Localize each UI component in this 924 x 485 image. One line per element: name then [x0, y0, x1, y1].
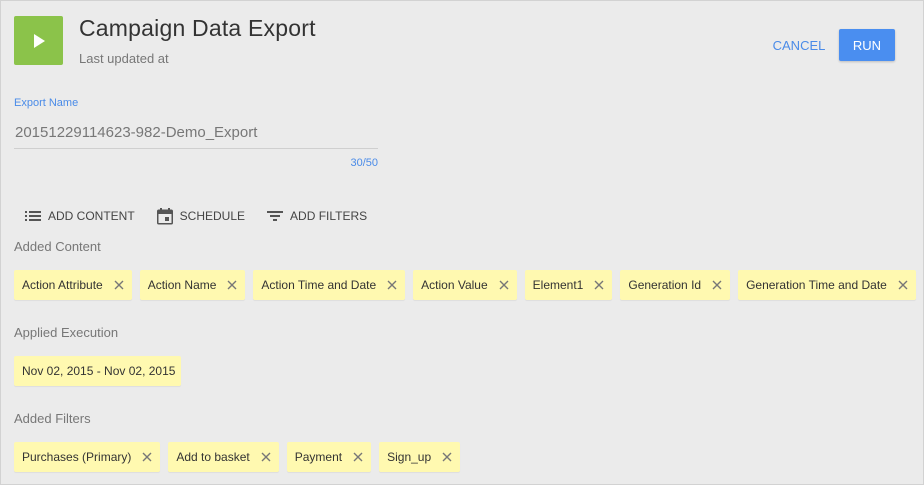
- filter-icon: [267, 211, 284, 221]
- add-filters-label: ADD FILTERS: [290, 209, 368, 223]
- chip[interactable]: Action Time and Date: [253, 270, 406, 300]
- chip-label: Sign_up: [387, 450, 432, 464]
- add-content-label: ADD CONTENT: [48, 209, 135, 223]
- export-name-label: Export Name: [14, 97, 79, 109]
- chip-label: Generation Time and Date: [746, 278, 887, 292]
- added-content-title: Added Content: [14, 239, 101, 254]
- chip[interactable]: Element1: [524, 270, 613, 300]
- close-icon[interactable]: [140, 450, 154, 464]
- calendar-icon: [156, 207, 173, 224]
- chip[interactable]: Action Value: [413, 270, 517, 300]
- chip-label: Payment: [294, 450, 343, 464]
- chip-label: Action Attribute: [22, 278, 103, 292]
- schedule-button[interactable]: SCHEDULE: [156, 207, 246, 225]
- last-updated-text: Last updated at: [79, 51, 169, 66]
- chip[interactable]: Action Attribute: [14, 270, 132, 300]
- close-icon[interactable]: [351, 450, 365, 464]
- close-icon[interactable]: [710, 278, 724, 292]
- chip-label: Action Value: [421, 278, 488, 292]
- list-icon: [25, 211, 41, 221]
- close-icon[interactable]: [385, 278, 399, 292]
- close-icon[interactable]: [112, 278, 126, 292]
- added-content-chips: Action Attribute Action Name Action Time a…: [14, 270, 916, 300]
- export-name-input[interactable]: [14, 117, 378, 149]
- chip-label: Action Time and Date: [261, 278, 377, 292]
- chip[interactable]: Generation Time and Date: [738, 270, 916, 300]
- chip[interactable]: Sign_up: [379, 442, 461, 472]
- run-play-tile[interactable]: [14, 16, 63, 65]
- content-toolbar: ADD CONTENT SCHEDULE ADD FILTERS: [25, 204, 389, 228]
- close-icon[interactable]: [225, 278, 239, 292]
- schedule-label: SCHEDULE: [179, 209, 246, 223]
- added-filters-title: Added Filters: [14, 411, 91, 426]
- chip-label: Generation Id: [628, 278, 702, 292]
- chip-label: Element1: [532, 278, 584, 292]
- chip-label: Nov 02, 2015 - Nov 02, 2015: [22, 364, 176, 378]
- close-icon[interactable]: [497, 278, 511, 292]
- page-title: Campaign Data Export: [79, 15, 316, 41]
- close-icon[interactable]: [592, 278, 606, 292]
- chip-label: Add to basket: [176, 450, 250, 464]
- chip-label: Purchases (Primary): [22, 450, 132, 464]
- close-icon[interactable]: [259, 450, 273, 464]
- play-icon: [33, 33, 45, 48]
- chip[interactable]: Purchases (Primary): [14, 442, 161, 472]
- close-icon[interactable]: [896, 278, 910, 292]
- close-icon[interactable]: [440, 450, 454, 464]
- applied-execution-chips: Nov 02, 2015 - Nov 02, 2015: [14, 356, 182, 386]
- applied-execution-title: Applied Execution: [14, 325, 119, 340]
- chip[interactable]: Generation Id: [620, 270, 731, 300]
- add-filters-button[interactable]: ADD FILTERS: [267, 209, 367, 223]
- chip[interactable]: Payment: [286, 442, 372, 472]
- run-button[interactable]: RUN: [839, 29, 895, 61]
- chip[interactable]: Add to basket: [168, 442, 279, 472]
- chip[interactable]: Nov 02, 2015 - Nov 02, 2015: [14, 356, 182, 386]
- cancel-button[interactable]: CANCEL: [765, 30, 833, 60]
- chip-label: Action Name: [147, 278, 217, 292]
- added-filters-chips: Purchases (Primary) Add to basket Payment S…: [14, 442, 461, 472]
- character-counter: 30/50: [350, 157, 378, 169]
- chip[interactable]: Action Name: [139, 270, 246, 300]
- add-content-button[interactable]: ADD CONTENT: [25, 209, 135, 223]
